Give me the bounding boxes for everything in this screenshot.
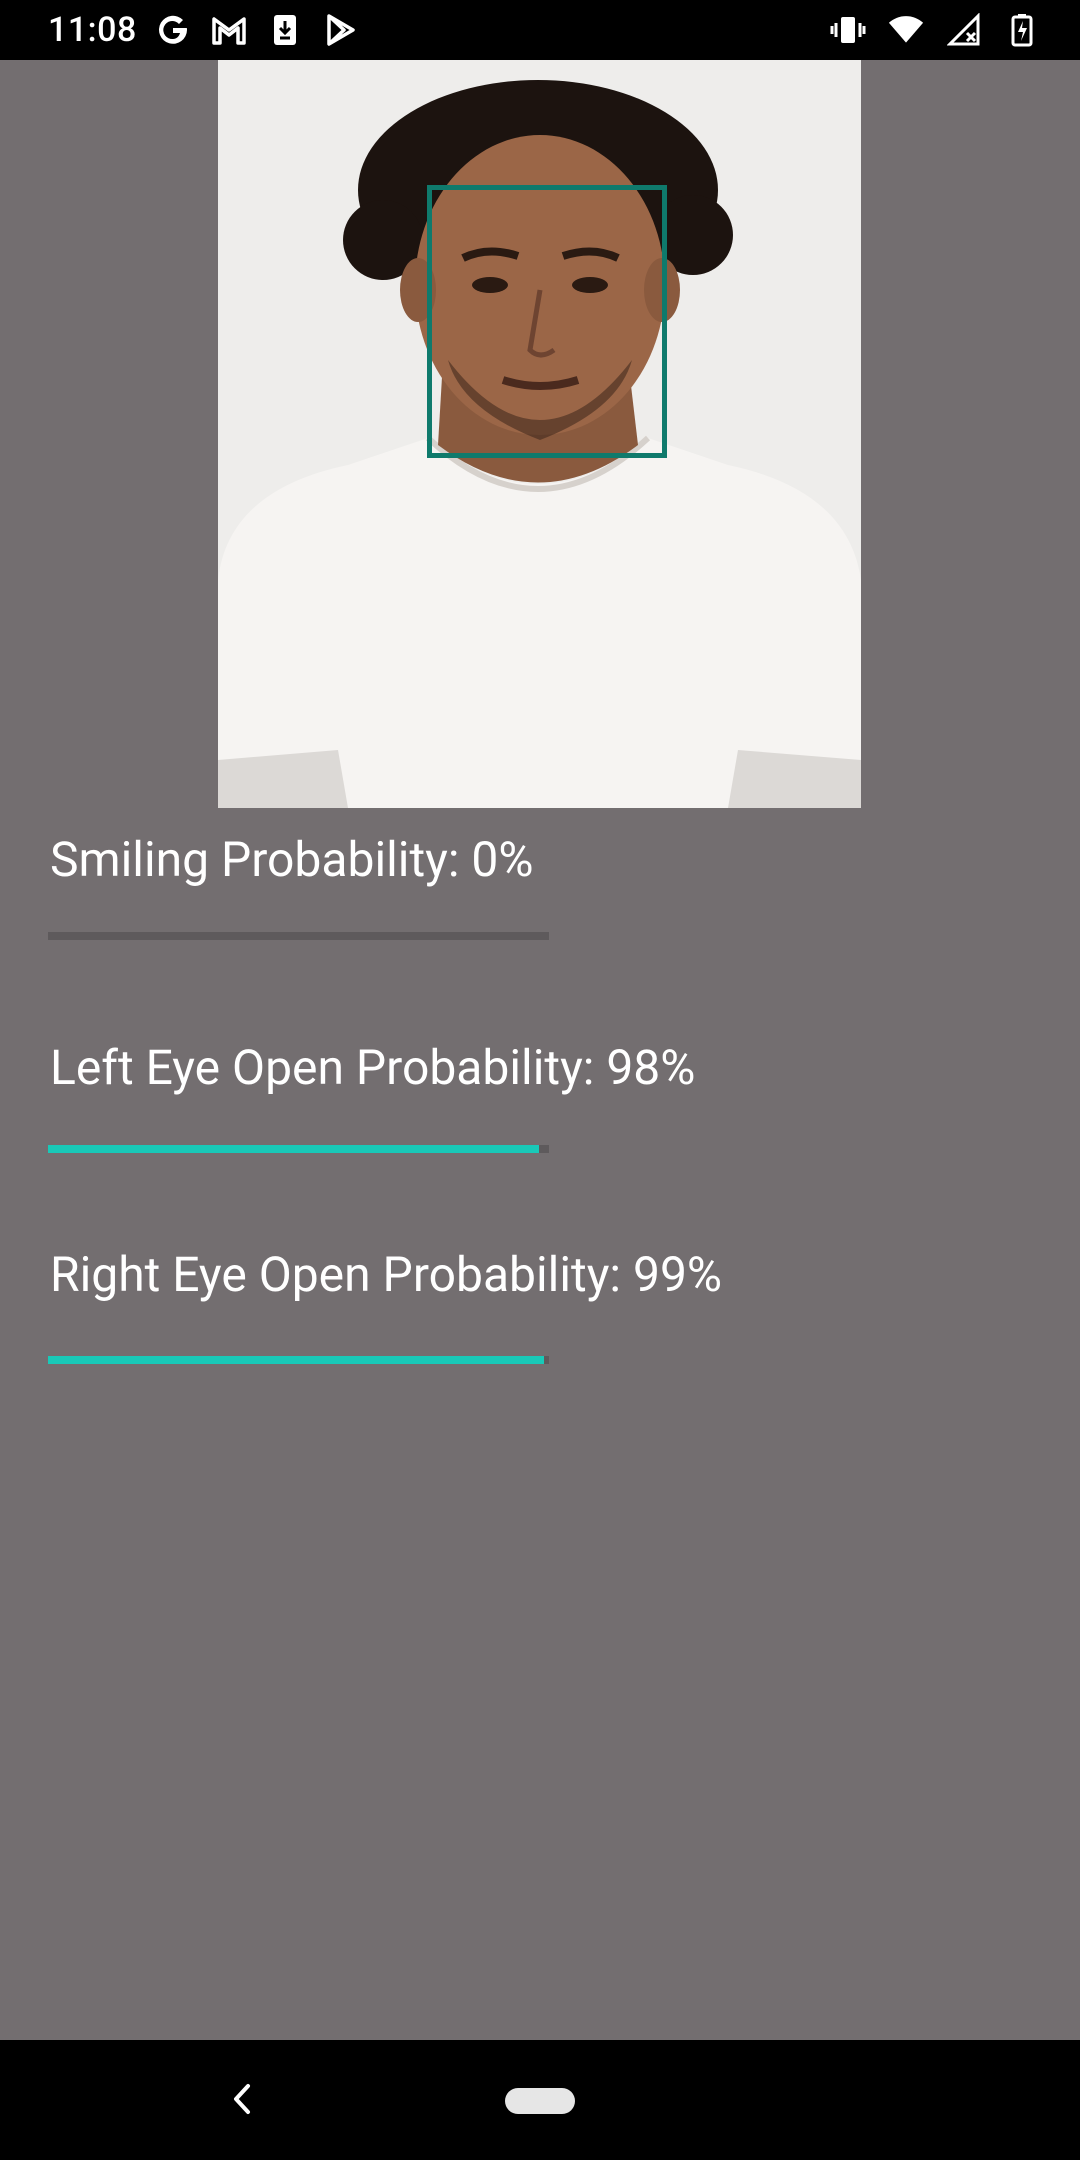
right-eye-probability-label: Right Eye Open Probability: 99% [50,1246,723,1303]
right-eye-progress-fill [48,1356,544,1364]
gmail-icon [211,12,247,48]
status-time: 11:08 [48,10,137,50]
face-photo [218,60,861,808]
smiling-probability-label: Smiling Probability: 0% [50,831,534,888]
left-eye-progress-bar [48,1145,549,1153]
google-g-icon [155,12,191,48]
battery-charging-icon [1004,12,1040,48]
home-pill-icon[interactable] [505,2088,575,2114]
status-bar: 11:08 [0,0,1080,60]
play-store-icon [323,12,359,48]
smiling-progress-bar [48,932,549,940]
wifi-icon [888,12,924,48]
vibrate-icon [830,12,866,48]
system-icons [830,12,1040,48]
download-icon [267,12,303,48]
signal-off-icon [946,12,982,48]
left-eye-progress-fill [48,1145,539,1153]
face-detection-box [427,185,667,458]
notification-icons [155,12,359,48]
right-eye-progress-bar [48,1356,549,1364]
left-eye-probability-label: Left Eye Open Probability: 98% [50,1039,696,1096]
back-icon[interactable] [220,2076,266,2122]
